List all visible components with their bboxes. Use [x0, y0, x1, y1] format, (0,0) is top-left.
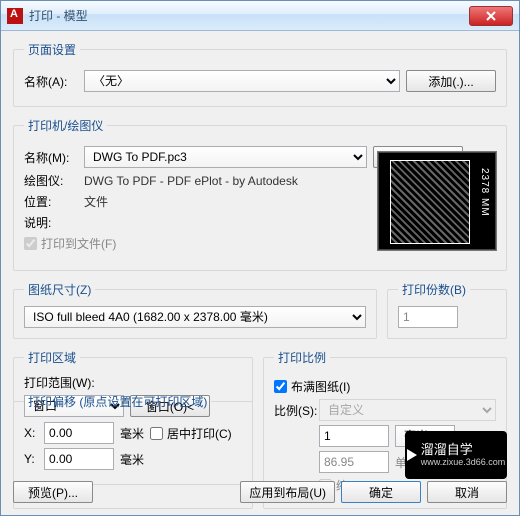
window-title: 打印 - 模型 [29, 7, 469, 24]
play-icon [407, 449, 417, 461]
page-setup-legend: 页面设置 [24, 41, 80, 58]
app-icon [7, 8, 23, 24]
print-to-file-checkbox [24, 237, 37, 250]
offset-y-label: Y: [24, 452, 44, 466]
printer-name-select[interactable]: DWG To PDF.pc3 [84, 146, 367, 168]
ok-button[interactable]: 确定 [341, 481, 421, 503]
close-button[interactable] [469, 6, 513, 26]
printer-legend: 打印机/绘图仪 [24, 117, 107, 134]
printer-name-label: 名称(M): [24, 149, 84, 166]
paper-size-select[interactable]: ISO full bleed 4A0 (1682.00 x 2378.00 毫米… [24, 306, 366, 328]
scale-label: 比例(S): [274, 402, 319, 419]
offset-x-label: X: [24, 426, 44, 440]
copies-input [398, 306, 458, 328]
apply-layout-button[interactable]: 应用到布局(U) [240, 481, 335, 503]
page-setup-group: 页面设置 名称(A): 〈无〉 添加(.)... [13, 41, 507, 107]
location-value: 文件 [84, 193, 108, 210]
cancel-button[interactable]: 取消 [427, 481, 507, 503]
scale-select: 自定义 [319, 399, 496, 421]
location-label: 位置: [24, 193, 84, 210]
watermark: 溜溜自学 www.zixue.3d66.com [405, 431, 507, 479]
paper-preview: 2378 MM [377, 151, 497, 251]
print-to-file-label: 打印到文件(F) [41, 235, 116, 252]
plot-area-legend: 打印区域 [24, 349, 80, 366]
paper-size-group: 图纸尺寸(Z) ISO full bleed 4A0 (1682.00 x 23… [13, 281, 377, 339]
plot-extent-label: 打印范围(W): [24, 374, 242, 391]
copies-group: 打印份数(B) [387, 281, 507, 339]
fit-to-paper-checkbox[interactable] [274, 380, 287, 393]
plot-offset-legend: 打印偏移 (原点设置在可打印区域) [24, 393, 211, 410]
fit-to-paper-label: 布满图纸(I) [291, 378, 350, 395]
plotter-label: 绘图仪: [24, 172, 84, 189]
scale-num2-input [319, 451, 389, 473]
plotter-value: DWG To PDF - PDF ePlot - by Autodesk [84, 174, 298, 188]
offset-x-input[interactable] [44, 422, 114, 444]
copies-legend: 打印份数(B) [398, 281, 470, 298]
scale-num1-input[interactable] [319, 425, 389, 447]
page-setup-name-label: 名称(A): [24, 73, 84, 90]
preview-button[interactable]: 预览(P)... [13, 481, 93, 503]
add-button[interactable]: 添加(.)... [406, 70, 496, 92]
offset-x-unit: 毫米 [120, 425, 144, 442]
paper-size-legend: 图纸尺寸(Z) [24, 281, 95, 298]
description-label: 说明: [24, 214, 84, 231]
offset-y-input[interactable] [44, 448, 114, 470]
page-setup-name-select[interactable]: 〈无〉 [84, 70, 400, 92]
center-plot-checkbox[interactable] [150, 427, 163, 440]
offset-y-unit: 毫米 [120, 451, 144, 468]
center-plot-label: 居中打印(C) [167, 425, 232, 442]
paper-preview-dim: 2378 MM [479, 168, 490, 217]
plot-offset-group: 打印偏移 (原点设置在可打印区域) X: 毫米 居中打印(C) Y: 毫米 [13, 393, 253, 485]
plot-scale-legend: 打印比例 [274, 349, 330, 366]
